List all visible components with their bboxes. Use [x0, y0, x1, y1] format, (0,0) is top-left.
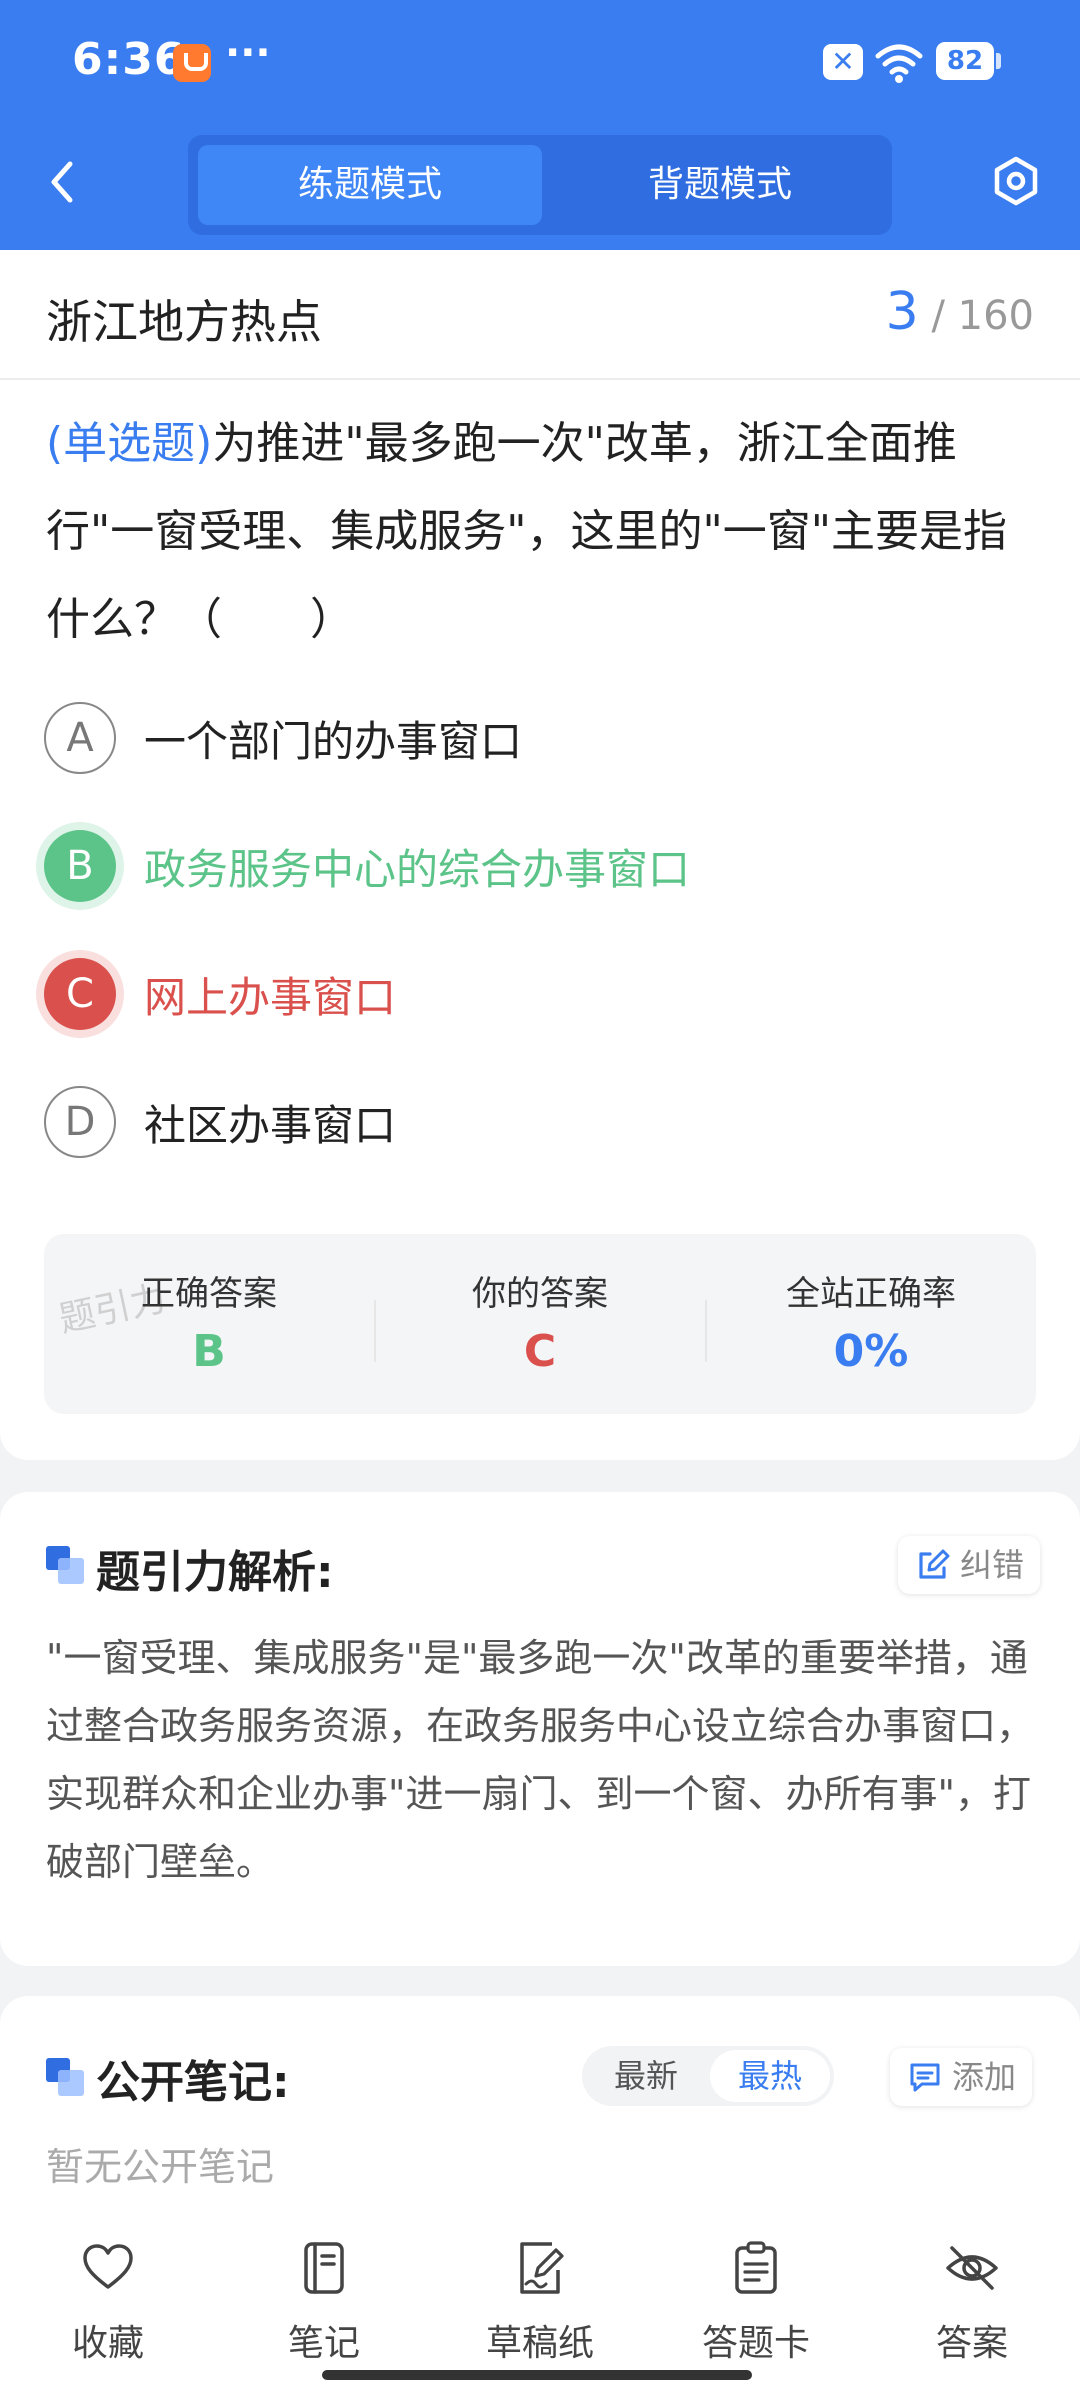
category-row: 浙江地方热点 3 / 160: [0, 250, 1080, 380]
option-c-wrong[interactable]: C 网上办事窗口: [44, 954, 1024, 1034]
no-sim-icon: ✕: [823, 44, 863, 80]
hide-answer-button[interactable]: 答案: [892, 2224, 1052, 2364]
app-header: 6:36 ··· ✕ 82 练题模式 背题模式: [0, 0, 1080, 250]
sort-latest[interactable]: 最新: [586, 2050, 706, 2102]
mode-switch: 练题模式 背题模式: [188, 135, 892, 235]
favorite-button[interactable]: 收藏: [28, 2224, 188, 2364]
option-a[interactable]: A 一个部门的办事窗口: [44, 698, 1024, 778]
correct-answer-label: 正确答案: [141, 1274, 277, 1314]
answer-card-icon: [735, 2241, 777, 2294]
option-letter: C: [44, 958, 116, 1030]
tab-practice-mode[interactable]: 练题模式: [198, 145, 542, 225]
home-indicator[interactable]: [322, 2370, 752, 2380]
status-bar: 6:36 ··· ✕ 82: [0, 0, 1080, 125]
sort-hot[interactable]: 最热: [710, 2050, 830, 2102]
your-answer-label: 你的答案: [472, 1274, 608, 1314]
option-b-correct[interactable]: B 政务服务中心的综合办事窗口: [44, 826, 1024, 906]
option-letter: B: [44, 830, 116, 902]
option-text: 政务服务中心的综合办事窗口: [144, 845, 691, 894]
your-answer-value: C: [523, 1326, 557, 1377]
wifi-icon: [875, 44, 923, 83]
empty-notes-text: 暂无公开笔记: [46, 2145, 275, 2189]
answer-card-button[interactable]: 答题卡: [676, 2224, 836, 2364]
answer-card-label: 答题卡: [701, 2323, 810, 2364]
question-text: (单选题)为推进"最多跑一次"改革，浙江全面推行"一窗受理、集成服务"，这里的"…: [46, 400, 1036, 664]
site-accuracy-col: 全站正确率 0%: [706, 1234, 1036, 1414]
question-card: 浙江地方热点 3 / 160 (单选题)为推进"最多跑一次"改革，浙江全面推行"…: [0, 250, 1080, 1460]
total-question-count: 160: [957, 293, 1034, 339]
site-accuracy-value: 0%: [833, 1326, 909, 1377]
more-notifications-icon: ···: [225, 30, 271, 76]
category-title: 浙江地方热点: [46, 295, 322, 349]
back-arrow-icon[interactable]: [40, 150, 88, 214]
your-answer-col: 你的答案 C: [375, 1234, 705, 1414]
draft-paper-icon: [520, 2242, 564, 2294]
heart-icon: [83, 2244, 133, 2289]
notes-sort-toggle: 最新 最热: [582, 2046, 834, 2106]
tab-memorize-mode[interactable]: 背题模式: [548, 145, 892, 225]
add-note-button[interactable]: 添加: [890, 2048, 1033, 2106]
shopping-app-icon: [173, 44, 211, 82]
current-question-number: 3: [885, 282, 919, 342]
correct-answer-value: B: [192, 1326, 226, 1377]
comment-add-icon: [910, 2063, 940, 2092]
option-text: 网上办事窗口: [144, 973, 397, 1022]
site-accuracy-label: 全站正确率: [786, 1274, 956, 1314]
option-letter: D: [44, 1086, 116, 1158]
draft-paper-label: 草稿纸: [485, 2323, 594, 2364]
question-counter[interactable]: 3 / 160: [886, 282, 1034, 342]
add-note-label: 添加: [952, 2058, 1017, 2096]
settings-icon[interactable]: [990, 155, 1042, 207]
notes-label: 笔记: [287, 2323, 360, 2364]
report-error-button[interactable]: 纠错: [898, 1536, 1041, 1594]
correct-answer-col: 正确答案 B: [44, 1234, 374, 1414]
eye-off-icon: [946, 2246, 998, 2290]
battery-indicator: 82: [936, 42, 1001, 80]
notes-button[interactable]: 笔记: [244, 2224, 404, 2364]
section-squares-icon: [46, 1546, 84, 1584]
option-text: 社区办事窗口: [144, 1101, 397, 1150]
analysis-title: 题引力解析:: [96, 1547, 334, 1598]
question-type-label: (单选题): [46, 418, 213, 469]
draft-paper-button[interactable]: 草稿纸: [460, 2224, 620, 2364]
option-letter: A: [44, 702, 116, 774]
analysis-text: "一窗受理、集成服务"是"最多跑一次"改革的重要举措，通过整合政务服务资源，在政…: [46, 1636, 1035, 1884]
status-time: 6:36: [72, 34, 186, 85]
section-squares-icon: [46, 2058, 84, 2096]
favorite-label: 收藏: [71, 2323, 144, 2364]
report-error-label: 纠错: [960, 1546, 1025, 1584]
analysis-card: 题引力解析: 纠错 "一窗受理、集成服务"是"最多跑一次"改革的重要举措，通过整…: [0, 1492, 1080, 1966]
notes-title: 公开笔记:: [96, 2057, 290, 2108]
hide-answer-label: 答案: [935, 2323, 1008, 2364]
answer-summary: 题引力 正确答案 B 你的答案 C 全站正确率 0%: [44, 1234, 1036, 1414]
option-d[interactable]: D 社区办事窗口: [44, 1082, 1024, 1162]
option-text: 一个部门的办事窗口: [144, 717, 523, 766]
notebook-icon: [304, 2242, 344, 2294]
edit-icon: [919, 1549, 950, 1579]
